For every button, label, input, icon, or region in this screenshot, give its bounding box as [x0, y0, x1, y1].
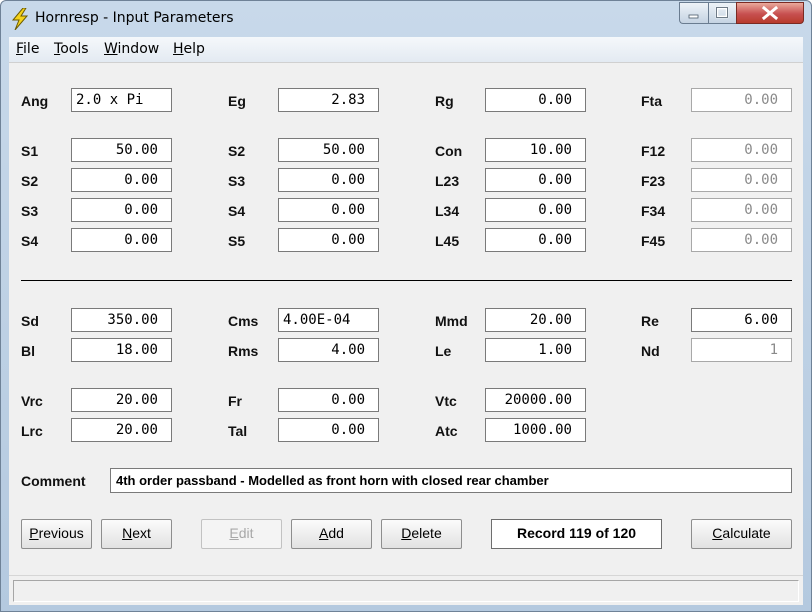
- ang-field[interactable]: 2.0 x Pi: [71, 88, 172, 112]
- previous-button[interactable]: Previous: [21, 519, 92, 549]
- label-nd: Nd: [641, 343, 660, 359]
- add-button[interactable]: Add: [291, 519, 372, 549]
- s4-field[interactable]: 0.00: [71, 228, 172, 252]
- sd-field[interactable]: 350.00: [71, 308, 172, 332]
- label-eg: Eg: [228, 93, 246, 109]
- atc-field[interactable]: 1000.00: [485, 418, 586, 442]
- s2-field[interactable]: 0.00: [71, 168, 172, 192]
- label-rg: Rg: [435, 93, 454, 109]
- label-ang: Ang: [21, 93, 49, 109]
- f45-field: 0.00: [691, 228, 792, 252]
- s1-field[interactable]: 50.00: [71, 138, 172, 162]
- label-l34: L34: [435, 203, 460, 219]
- comment-field[interactable]: 4th order passband - Modelled as front h…: [110, 468, 792, 493]
- rg-field[interactable]: 0.00: [485, 88, 586, 112]
- label-vrc: Vrc: [21, 393, 43, 409]
- tal-field[interactable]: 0.00: [278, 418, 379, 442]
- label-s3: S3: [21, 203, 39, 219]
- l34-field[interactable]: 0.00: [485, 198, 586, 222]
- label-lrc: Lrc: [21, 423, 43, 439]
- label-rms: Rms: [228, 343, 259, 359]
- edit-button: Edit: [201, 519, 282, 549]
- label-s3-col2: S3: [228, 173, 246, 189]
- section-divider: [21, 280, 792, 281]
- s5-field[interactable]: 0.00: [278, 228, 379, 252]
- l23-field[interactable]: 0.00: [485, 168, 586, 192]
- menu-tools[interactable]: Tools: [54, 41, 89, 57]
- label-s2-col2: S2: [228, 143, 246, 159]
- rms-field[interactable]: 4.00: [278, 338, 379, 362]
- fta-field: 0.00: [691, 88, 792, 112]
- close-icon: [761, 5, 779, 21]
- delete-button[interactable]: Delete: [381, 519, 462, 549]
- nd-field: 1: [691, 338, 792, 362]
- vtc-field[interactable]: 20000.00: [485, 388, 586, 412]
- s3-col2-field[interactable]: 0.00: [278, 168, 379, 192]
- vrc-field[interactable]: 20.00: [71, 388, 172, 412]
- next-button[interactable]: Next: [101, 519, 172, 549]
- bl-field[interactable]: 18.00: [71, 338, 172, 362]
- l45-field[interactable]: 0.00: [485, 228, 586, 252]
- f23-field: 0.00: [691, 168, 792, 192]
- label-l45: L45: [435, 233, 460, 249]
- input-parameters-panel: Ang 2.0 x Pi Eg 2.83 Rg 0.00 Fta 0.00 S1…: [9, 62, 803, 575]
- label-s2: S2: [21, 173, 39, 189]
- minimize-button[interactable]: [679, 2, 708, 24]
- app-window: Hornresp - Input Parameters File Tools W…: [0, 0, 812, 612]
- label-le: Le: [435, 343, 452, 359]
- con-field[interactable]: 10.00: [485, 138, 586, 162]
- label-bl: Bl: [21, 343, 35, 359]
- menu-help[interactable]: Help: [173, 41, 205, 57]
- label-s1: S1: [21, 143, 39, 159]
- menu-window[interactable]: Window: [104, 41, 159, 57]
- minimize-icon: [688, 14, 699, 19]
- label-cms: Cms: [228, 313, 259, 329]
- label-comment: Comment: [21, 473, 86, 489]
- label-re: Re: [641, 313, 659, 329]
- eg-field[interactable]: 2.83: [278, 88, 379, 112]
- close-button[interactable]: [736, 2, 804, 24]
- label-l23: L23: [435, 173, 460, 189]
- lrc-field[interactable]: 20.00: [71, 418, 172, 442]
- maximize-icon: [715, 6, 729, 19]
- label-f34: F34: [641, 203, 666, 219]
- label-s5: S5: [228, 233, 246, 249]
- label-con: Con: [435, 143, 463, 159]
- lightning-bolt-icon: [11, 8, 29, 30]
- label-f23: F23: [641, 173, 666, 189]
- label-sd: Sd: [21, 313, 39, 329]
- f34-field: 0.00: [691, 198, 792, 222]
- s4-col2-field[interactable]: 0.00: [278, 198, 379, 222]
- label-f12: F12: [641, 143, 666, 159]
- menu-bar: File Tools Window Help: [9, 37, 803, 62]
- fr-field[interactable]: 0.00: [278, 388, 379, 412]
- label-s4-col2: S4: [228, 203, 246, 219]
- menu-file[interactable]: File: [16, 41, 39, 57]
- le-field[interactable]: 1.00: [485, 338, 586, 362]
- cms-field[interactable]: 4.00E-04: [278, 308, 379, 332]
- label-f45: F45: [641, 233, 666, 249]
- label-atc: Atc: [435, 423, 458, 439]
- status-bar: [9, 575, 803, 605]
- s3-field[interactable]: 0.00: [71, 198, 172, 222]
- status-panel: [13, 580, 799, 602]
- label-fr: Fr: [228, 393, 242, 409]
- window-title: Hornresp - Input Parameters: [35, 10, 234, 26]
- f12-field: 0.00: [691, 138, 792, 162]
- mmd-field[interactable]: 20.00: [485, 308, 586, 332]
- calculate-button[interactable]: Calculate: [691, 519, 792, 549]
- label-vtc: Vtc: [435, 393, 457, 409]
- re-field[interactable]: 6.00: [691, 308, 792, 332]
- record-indicator: Record 119 of 120: [491, 519, 662, 549]
- s2-col2-field[interactable]: 50.00: [278, 138, 379, 162]
- label-s4: S4: [21, 233, 39, 249]
- title-bar[interactable]: Hornresp - Input Parameters: [1, 1, 811, 37]
- label-tal: Tal: [228, 423, 248, 439]
- maximize-button[interactable]: [708, 2, 736, 24]
- label-fta: Fta: [641, 93, 662, 109]
- label-mmd: Mmd: [435, 313, 468, 329]
